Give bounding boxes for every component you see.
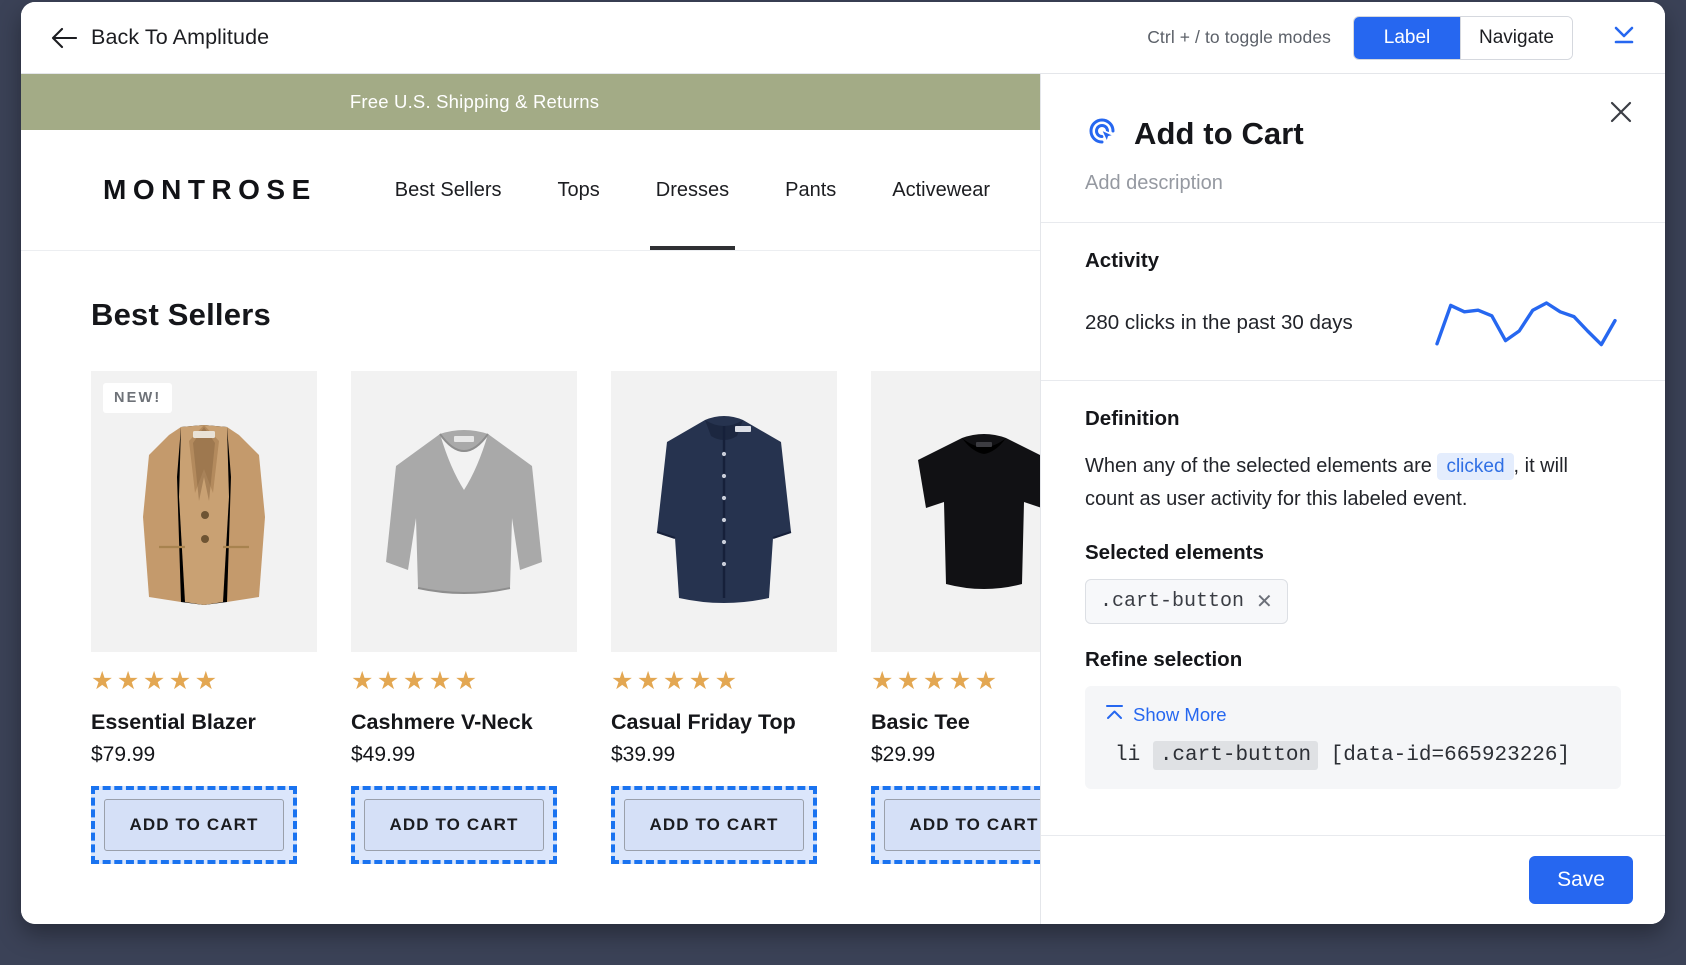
selection-highlight: ADD TO CART bbox=[91, 786, 297, 864]
panel-footer: Save bbox=[1041, 835, 1665, 924]
product-card: ★★★★★ Cashmere V-Neck $49.99 ADD TO CART bbox=[351, 371, 577, 864]
nav-item-best-sellers[interactable]: Best Sellers bbox=[367, 130, 530, 250]
selected-elements-section: Selected elements .cart-button ✕ bbox=[1085, 541, 1621, 625]
product-price: $29.99 bbox=[871, 743, 936, 766]
rating-stars: ★★★★★ bbox=[871, 667, 1001, 695]
product-card: ★★★★★ Casual Friday Top $39.99 ADD TO CA… bbox=[611, 371, 837, 864]
divider bbox=[1041, 380, 1665, 381]
nav-item-activewear[interactable]: Activewear bbox=[864, 130, 1018, 250]
add-to-cart-button[interactable]: ADD TO CART bbox=[364, 799, 544, 851]
app-window: Back To Amplitude Ctrl + / to toggle mod… bbox=[21, 2, 1665, 924]
top-toolbar: Back To Amplitude Ctrl + / to toggle mod… bbox=[21, 2, 1665, 74]
definition-text-before: When any of the selected elements are bbox=[1085, 455, 1432, 477]
arrow-left-icon bbox=[51, 27, 77, 49]
activity-heading: Activity bbox=[1085, 249, 1160, 272]
selection-highlight: ADD TO CART bbox=[611, 786, 817, 864]
toolbar-right-group: Ctrl + / to toggle modes Label Navigate bbox=[1147, 15, 1647, 61]
back-to-amplitude-button[interactable]: Back To Amplitude bbox=[51, 25, 269, 50]
product-grid: NEW! ★★★★★ Essential Blazer $79.99 ADD T… bbox=[91, 371, 1040, 864]
shipping-banner: Free U.S. Shipping & Returns bbox=[21, 74, 1040, 130]
add-to-cart-button[interactable]: ADD TO CART bbox=[624, 799, 804, 851]
rating-stars: ★★★★★ bbox=[91, 667, 221, 695]
panel-title-row: Add to Cart bbox=[1085, 114, 1621, 153]
nav-item-tops[interactable]: Tops bbox=[530, 130, 628, 250]
definition-text: When any of the selected elements are cl… bbox=[1085, 450, 1621, 515]
store-logo: MONTROSE bbox=[103, 174, 317, 205]
body-split: Free U.S. Shipping & Returns MONTROSE Be… bbox=[21, 74, 1665, 924]
selected-element-chip-label: .cart-button bbox=[1100, 590, 1245, 614]
blazer-illustration bbox=[143, 424, 265, 605]
divider bbox=[1041, 222, 1665, 223]
selector-class[interactable]: .cart-button bbox=[1152, 741, 1319, 771]
activity-sparkline-chart bbox=[1435, 301, 1617, 347]
product-name: Casual Friday Top bbox=[611, 710, 796, 734]
event-description-input[interactable]: Add description bbox=[1085, 172, 1621, 195]
store-preview: Free U.S. Shipping & Returns MONTROSE Be… bbox=[21, 74, 1040, 924]
selected-element-chip[interactable]: .cart-button ✕ bbox=[1085, 579, 1288, 625]
product-card: NEW! ★★★★★ Essential Blazer $79.99 ADD T… bbox=[91, 371, 317, 864]
close-icon[interactable] bbox=[1603, 94, 1639, 130]
back-button-label: Back To Amplitude bbox=[91, 25, 270, 49]
label-event-panel: Add to Cart Add description Activity 280… bbox=[1040, 74, 1665, 924]
page-title: Best Sellers bbox=[91, 297, 271, 332]
chevron-up-line-icon bbox=[1105, 704, 1124, 726]
event-title: Add to Cart bbox=[1134, 115, 1304, 151]
shirt-illustration bbox=[656, 415, 792, 603]
add-to-cart-button[interactable]: ADD TO CART bbox=[884, 799, 1040, 851]
selection-highlight: ADD TO CART bbox=[351, 786, 557, 864]
sweater-illustration bbox=[386, 429, 542, 594]
rating-stars: ★★★★★ bbox=[351, 667, 481, 695]
product-name: Essential Blazer bbox=[91, 710, 256, 734]
product-image[interactable] bbox=[871, 371, 1040, 652]
panel-scroll-area: Add to Cart Add description Activity 280… bbox=[1041, 74, 1665, 835]
selector-tag[interactable]: li bbox=[1115, 744, 1140, 767]
mode-segmented-control: Label Navigate bbox=[1353, 15, 1573, 60]
nav-item-pants[interactable]: Pants bbox=[757, 130, 864, 250]
collapse-panel-button[interactable] bbox=[1601, 15, 1647, 61]
refine-selection-section: Refine selection Show More li .cart-butt… bbox=[1085, 648, 1621, 790]
product-name: Cashmere V-Neck bbox=[351, 710, 533, 734]
selection-highlight: ADD TO CART bbox=[871, 786, 1040, 864]
nav-item-dresses[interactable]: Dresses bbox=[628, 130, 757, 250]
product-image[interactable] bbox=[351, 371, 577, 652]
activity-summary: 280 clicks in the past 30 days bbox=[1085, 311, 1353, 334]
product-image[interactable] bbox=[611, 371, 837, 652]
new-badge: NEW! bbox=[103, 383, 173, 413]
product-name: Basic Tee bbox=[871, 710, 970, 734]
definition-heading: Definition bbox=[1085, 407, 1180, 430]
refine-selection-heading: Refine selection bbox=[1085, 648, 1243, 672]
save-button[interactable]: Save bbox=[1529, 856, 1633, 904]
selector-attribute[interactable]: [data-id=665923226] bbox=[1331, 744, 1570, 767]
product-price: $79.99 bbox=[91, 743, 156, 766]
chevron-down-line-icon bbox=[1610, 22, 1638, 53]
store-content: Best Sellers NEW! ★★★★★ Essential Blazer… bbox=[21, 251, 1040, 864]
shipping-banner-text: Free U.S. Shipping & Returns bbox=[349, 91, 600, 112]
store-nav-links: Best Sellers Tops Dresses Pants Activewe… bbox=[367, 130, 1018, 250]
rating-stars: ★★★★★ bbox=[611, 667, 741, 695]
activity-row: 280 clicks in the past 30 days bbox=[1085, 293, 1621, 353]
click-target-icon bbox=[1085, 114, 1119, 153]
definition-token-clicked[interactable]: clicked bbox=[1437, 453, 1514, 480]
show-more-label: Show More bbox=[1133, 704, 1227, 726]
remove-chip-icon[interactable]: ✕ bbox=[1256, 589, 1273, 614]
mode-navigate-button[interactable]: Navigate bbox=[1460, 16, 1572, 59]
selected-elements-heading: Selected elements bbox=[1085, 541, 1264, 565]
product-price: $49.99 bbox=[351, 743, 416, 766]
show-more-toggle[interactable]: Show More bbox=[1105, 704, 1601, 726]
add-to-cart-button[interactable]: ADD TO CART bbox=[104, 799, 284, 851]
product-price: $39.99 bbox=[611, 743, 676, 766]
toggle-modes-hint: Ctrl + / to toggle modes bbox=[1147, 27, 1331, 47]
mode-label-button[interactable]: Label bbox=[1354, 16, 1460, 59]
store-navbar: MONTROSE Best Sellers Tops Dresses Pants… bbox=[21, 130, 1040, 251]
css-selector-line: li .cart-button [data-id=665923226] bbox=[1105, 741, 1601, 771]
definition-section: Definition When any of the selected elem… bbox=[1085, 407, 1621, 515]
product-card: ★★★★★ Basic Tee $29.99 ADD TO CART bbox=[871, 371, 1040, 864]
product-image[interactable]: NEW! bbox=[91, 371, 317, 652]
refine-selection-box: Show More li .cart-button [data-id=66592… bbox=[1085, 686, 1621, 790]
tee-illustration bbox=[918, 433, 1040, 589]
activity-section: Activity 280 clicks in the past 30 days bbox=[1085, 249, 1621, 353]
